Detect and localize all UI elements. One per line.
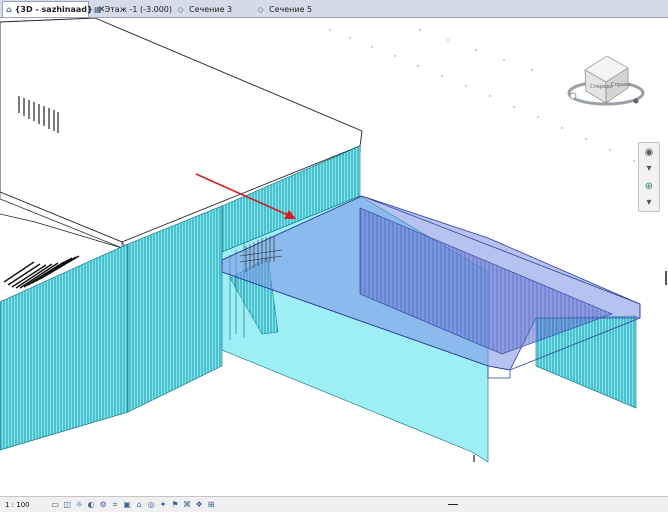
tab-section-3[interactable]: ◇ Сечение 3 (172, 1, 250, 17)
view-scale[interactable]: 1 : 100 (5, 501, 30, 509)
unlocked-3d-icon[interactable]: ⌂ (134, 500, 145, 510)
reveal-hidden-icon[interactable]: ✦ (158, 500, 169, 510)
tab-label: Сечение 3 (189, 4, 233, 14)
view-control-bar: 1 : 100 ▭ ◫ ☼ ◐ ⚙ ⌗ ▣ ⌂ ◎ ✦ ⚑ ⌘ ❖ ⊞ (0, 496, 668, 512)
grid-guide-lines (329, 29, 635, 162)
tab-label: Сечение 5 (269, 4, 313, 14)
crop-view-icon[interactable]: ⌗ (110, 500, 121, 510)
temporary-hide-icon[interactable]: ◎ (146, 500, 157, 510)
tab-label: Этаж -1 (-3.000) (104, 4, 173, 14)
render-icon[interactable]: ⚙ (98, 500, 109, 510)
worksharing-icon[interactable]: ⌘ (182, 500, 193, 510)
show-crop-icon[interactable]: ▣ (122, 500, 133, 510)
reveal-constraints-icon[interactable]: ⊞ (206, 500, 217, 510)
section-icon: ◇ (177, 4, 184, 14)
tab-floor-plan[interactable]: ▦ Этаж -1 (-3.000) (91, 1, 173, 17)
zoom-dropdown-icon[interactable]: ▾ (642, 195, 656, 209)
sun-path-icon[interactable]: ☼ (74, 500, 85, 510)
zoom-icon[interactable]: ⊕ (642, 179, 656, 193)
navigation-bar: ◉ ▾ ⊕ ▾ (638, 142, 660, 212)
status-separator (448, 504, 458, 505)
view-tab-bar: ⌂ {3D - sazhinaad} ✕ ▦ Этаж -1 (-3.000) … (0, 0, 668, 18)
viewcube-right-label: Справа (611, 82, 630, 88)
tab-section-5[interactable]: ◇ Сечение 5 (252, 1, 330, 17)
tab-label: {3D - sazhinaad} (14, 5, 93, 14)
home-icon[interactable] (569, 92, 577, 100)
scroll-handle[interactable] (665, 271, 667, 285)
viewcube-front-label: Спереди (590, 84, 613, 90)
wall-left-front[interactable] (0, 243, 129, 451)
shadows-icon[interactable]: ◐ (86, 500, 97, 510)
viewcube[interactable]: Спереди Справа (567, 55, 645, 106)
tab-3d-view[interactable]: ⌂ {3D - sazhinaad} ✕ (2, 1, 105, 17)
viewcube-menu-icon[interactable] (633, 98, 639, 104)
temporary-properties-icon[interactable]: ⚑ (170, 500, 181, 510)
floor-plan-icon: ▦ (94, 4, 102, 14)
section-icon: ◇ (257, 4, 264, 14)
3d-view-icon: ⌂ (6, 5, 12, 14)
3d-viewport[interactable]: Спереди Справа ◉ ▾ ⊕ ▾ (0, 18, 668, 496)
nav-dropdown-icon[interactable]: ▾ (642, 161, 656, 175)
highlight-displacement-icon[interactable]: ❖ (194, 500, 205, 510)
visual-style-icon[interactable]: ◫ (62, 500, 73, 510)
steering-wheel-icon[interactable]: ◉ (642, 145, 656, 159)
detail-level-icon[interactable]: ▭ (50, 500, 61, 510)
